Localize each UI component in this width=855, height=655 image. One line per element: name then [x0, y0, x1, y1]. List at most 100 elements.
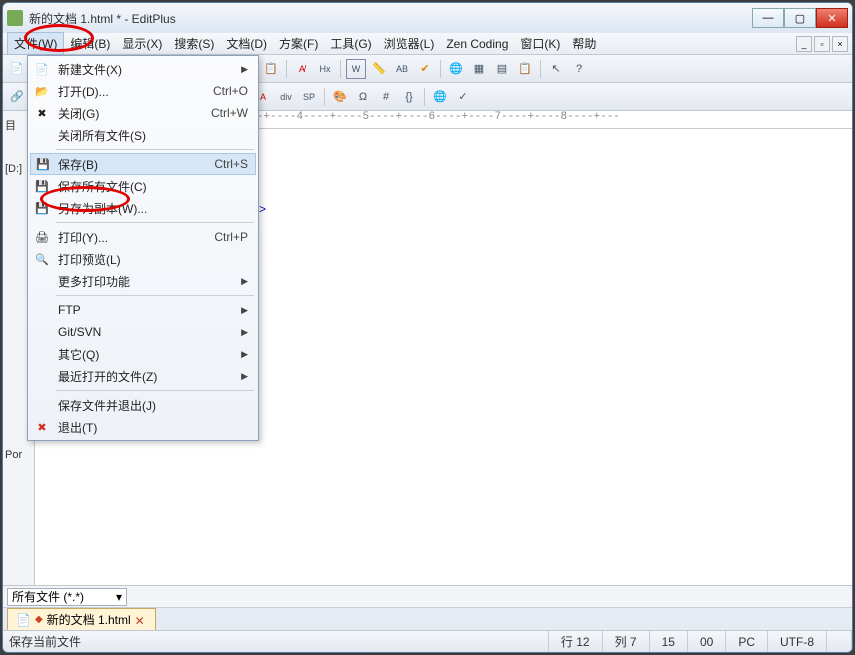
menubar-right-icons: _ ▫ × [796, 36, 848, 52]
menu-separator [56, 149, 254, 150]
menubar: 文件(W) 编辑(B) 显示(X) 搜索(S) 文档(D) 方案(F) 工具(G… [3, 33, 852, 55]
save-all-icon: 💾 [34, 178, 50, 194]
status-row: 行 12 [549, 631, 603, 652]
menu-document[interactable]: 文档(D) [220, 33, 273, 54]
tb-browser-icon[interactable]: 🌐 [446, 59, 466, 79]
menu-print[interactable]: 🖨 打印(Y)... Ctrl+P [30, 226, 256, 248]
tb-cursor-icon[interactable]: ↖ [546, 59, 566, 79]
folder-icon: 📄 [16, 613, 31, 627]
status-n2: 00 [688, 631, 726, 652]
tb-find-files-icon[interactable]: 📋 [261, 59, 281, 79]
submenu-arrow-icon: ▶ [241, 327, 248, 338]
menu-zencoding[interactable]: Zen Coding [440, 35, 514, 53]
menu-print-preview[interactable]: 🔍 打印预览(L) [30, 248, 256, 270]
modified-indicator-icon: ◆ [35, 614, 43, 625]
menu-window[interactable]: 窗口(K) [514, 33, 566, 54]
menu-recent[interactable]: 最近打开的文件(Z) ▶ [30, 365, 256, 387]
submenu-arrow-icon: ▶ [241, 349, 248, 360]
window-title: 新的文档 1.html * - EditPlus [29, 10, 752, 27]
minimize-button[interactable]: — [752, 8, 784, 28]
status-mode: PC [726, 631, 768, 652]
por-label: Por [5, 449, 22, 461]
menu-ftp[interactable]: FTP ▶ [30, 299, 256, 321]
menu-save[interactable]: 💾 保存(B) Ctrl+S [30, 153, 256, 175]
tb-hex-icon[interactable]: Hx [315, 59, 335, 79]
menu-separator [56, 295, 254, 296]
print-preview-icon: 🔍 [34, 251, 50, 267]
menu-separator [56, 222, 254, 223]
new-file-icon: 📄 [34, 61, 50, 77]
menu-exit[interactable]: ✖ 退出(T) [30, 416, 256, 438]
statusbar: 保存当前文件 行 12 列 7 15 00 PC UTF-8 [3, 630, 852, 652]
close-file-icon: ✖ [34, 105, 50, 121]
dropdown-arrow-icon: ▾ [116, 590, 122, 604]
tb2-validate-icon[interactable]: ✓ [453, 87, 473, 107]
status-n1: 15 [650, 631, 688, 652]
tb-wordwrap-icon[interactable]: W [346, 59, 366, 79]
file-tab[interactable]: 📄 ◆ 新的文档 1.html ✕ [7, 608, 156, 630]
menu-save-exit[interactable]: 保存文件并退出(J) [30, 394, 256, 416]
tb2-palette-icon[interactable]: 🎨 [330, 87, 350, 107]
tb2-sp-icon[interactable]: SP [299, 87, 319, 107]
tb-clip-icon[interactable]: 📋 [515, 59, 535, 79]
menu-help[interactable]: 帮助 [566, 33, 602, 54]
window-buttons: — ▢ ✕ [752, 8, 848, 28]
open-file-icon: 📂 [34, 83, 50, 99]
filter-row: 所有文件 (*.*) ▾ [3, 586, 852, 608]
tb-font-icon[interactable]: A̸ [292, 59, 312, 79]
menu-search[interactable]: 搜索(S) [168, 33, 220, 54]
tab-close-icon[interactable]: ✕ [135, 614, 147, 626]
mdi-close-icon[interactable]: × [832, 36, 848, 52]
tb2-div-icon[interactable]: div [276, 87, 296, 107]
menu-save-all[interactable]: 💾 保存所有文件(C) [30, 175, 256, 197]
menu-save-as[interactable]: 💾 另存为副本(W)... [30, 197, 256, 219]
tb-output-icon[interactable]: ▤ [492, 59, 512, 79]
tb2-char-icon[interactable]: Ω [353, 87, 373, 107]
status-encoding: UTF-8 [768, 631, 827, 652]
submenu-arrow-icon: ▶ [241, 305, 248, 316]
close-button[interactable]: ✕ [816, 8, 848, 28]
tb2-js-icon[interactable]: {} [399, 87, 419, 107]
exit-icon: ✖ [34, 419, 50, 435]
menu-gitsvn[interactable]: Git/SVN ▶ [30, 321, 256, 343]
tab-row: 📄 ◆ 新的文档 1.html ✕ [3, 608, 852, 630]
save-icon: 💾 [35, 156, 51, 172]
mdi-minimize-icon[interactable]: _ [796, 36, 812, 52]
menu-close-all[interactable]: 关闭所有文件(S) [30, 124, 256, 146]
file-filter-select[interactable]: 所有文件 (*.*) ▾ [7, 588, 127, 606]
menu-close-file[interactable]: ✖ 关闭(G) Ctrl+W [30, 102, 256, 124]
menu-project[interactable]: 方案(F) [273, 33, 324, 54]
menu-edit[interactable]: 编辑(B) [64, 33, 116, 54]
app-icon [7, 10, 23, 26]
menu-tools[interactable]: 工具(G) [324, 33, 377, 54]
file-menu-dropdown: 📄 新建文件(X) ▶ 📂 打开(D)... Ctrl+O ✖ 关闭(G) Ct… [27, 55, 259, 441]
maximize-button[interactable]: ▢ [784, 8, 816, 28]
menu-other[interactable]: 其它(Q) ▶ [30, 343, 256, 365]
status-col: 列 7 [603, 631, 650, 652]
tb-panel-icon[interactable]: ▦ [469, 59, 489, 79]
bottom-area: 所有文件 (*.*) ▾ 📄 ◆ 新的文档 1.html ✕ [3, 585, 852, 630]
titlebar: 新的文档 1.html * - EditPlus — ▢ ✕ [3, 3, 852, 33]
tb-ruler-icon[interactable]: 📏 [369, 59, 389, 79]
mdi-restore-icon[interactable]: ▫ [814, 36, 830, 52]
tb2-ie-icon[interactable]: 🌐 [430, 87, 450, 107]
status-message: 保存当前文件 [3, 631, 549, 652]
tb-help-icon[interactable]: ? [569, 59, 589, 79]
submenu-arrow-icon: ▶ [241, 64, 248, 75]
menu-new-file[interactable]: 📄 新建文件(X) ▶ [30, 58, 256, 80]
submenu-arrow-icon: ▶ [241, 276, 248, 287]
status-resize-grip[interactable] [827, 631, 852, 652]
menu-more-print[interactable]: 更多打印功能 ▶ [30, 270, 256, 292]
submenu-arrow-icon: ▶ [241, 371, 248, 382]
tb2-link-icon[interactable]: 🔗 [7, 87, 27, 107]
menu-open-file[interactable]: 📂 打开(D)... Ctrl+O [30, 80, 256, 102]
tb-spell-icon[interactable]: AB [392, 59, 412, 79]
tb-new-icon[interactable]: 📄 [7, 59, 27, 79]
menu-separator [56, 390, 254, 391]
menu-view[interactable]: 显示(X) [116, 33, 168, 54]
tb-check-icon[interactable]: ✔ [415, 59, 435, 79]
print-icon: 🖨 [34, 229, 50, 245]
menu-file[interactable]: 文件(W) [7, 32, 64, 55]
menu-browser[interactable]: 浏览器(L) [378, 33, 441, 54]
tb2-css-icon[interactable]: # [376, 87, 396, 107]
